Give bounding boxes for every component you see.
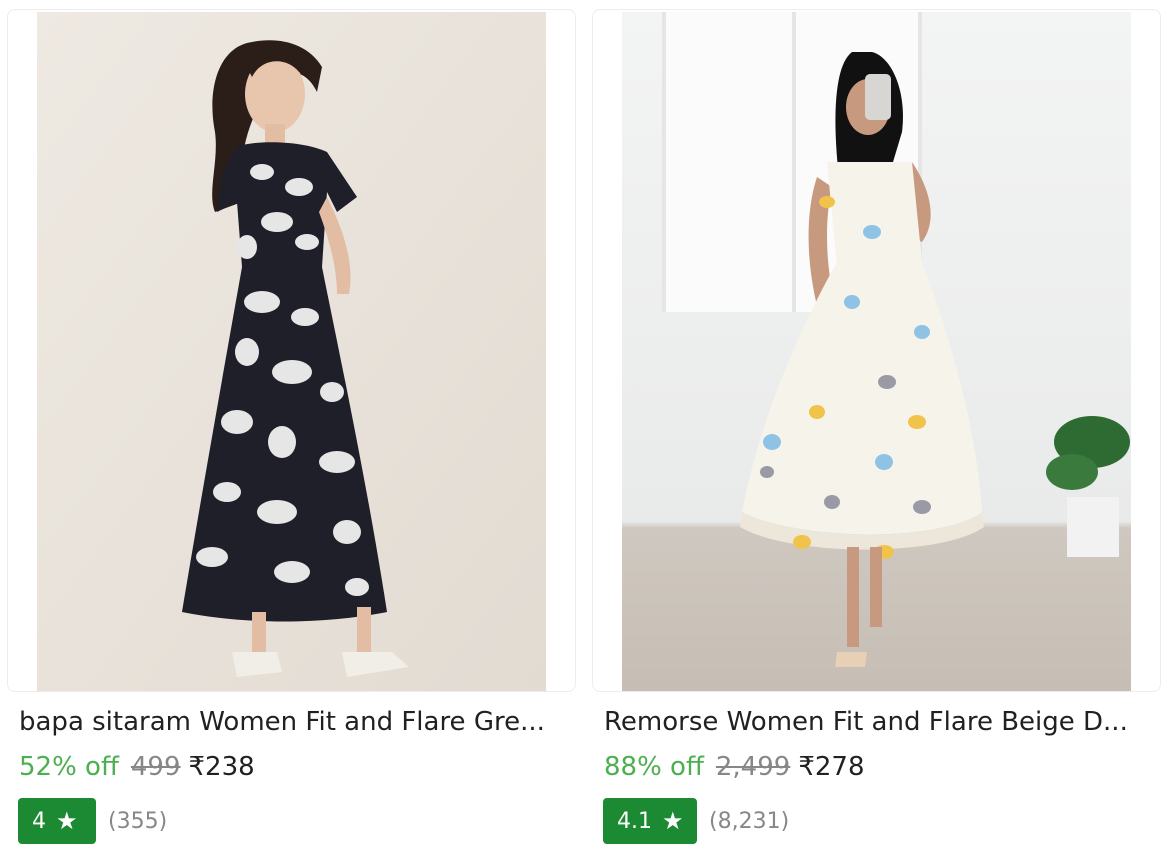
rating-badge: 4.1 ★	[603, 798, 697, 844]
original-price: 499	[130, 752, 181, 782]
original-price: 2,499	[715, 752, 791, 782]
dress-photo-icon	[37, 12, 546, 691]
product-title[interactable]: bapa sitaram Women Fit and Flare Gre...	[19, 702, 567, 742]
product-card[interactable]: Remorse Women Fit and Flare Beige D... 8…	[592, 0, 1161, 859]
product-image-frame[interactable]	[7, 9, 576, 692]
review-count: (8,231)	[709, 808, 790, 834]
product-image-frame[interactable]	[592, 9, 1161, 692]
rating-badge: 4 ★	[18, 798, 96, 844]
price-row: 88% off 2,499 ₹278	[604, 747, 864, 787]
star-icon: ★	[662, 807, 684, 835]
review-count: (355)	[108, 808, 168, 834]
rating-value: 4	[32, 808, 46, 834]
product-image[interactable]	[622, 12, 1131, 691]
rating-value: 4.1	[617, 808, 652, 834]
discount-label: 88% off	[604, 752, 704, 782]
product-title[interactable]: Remorse Women Fit and Flare Beige D...	[604, 702, 1152, 742]
dress-photo-icon	[622, 12, 1131, 691]
discount-label: 52% off	[19, 752, 119, 782]
product-card[interactable]: bapa sitaram Women Fit and Flare Gre... …	[7, 0, 576, 859]
product-grid: bapa sitaram Women Fit and Flare Gre... …	[0, 0, 1167, 859]
star-icon: ★	[56, 807, 78, 835]
product-image[interactable]	[37, 12, 546, 691]
price-row: 52% off 499 ₹238	[19, 747, 255, 787]
rating-row: 4.1 ★ (8,231)	[603, 798, 789, 844]
selling-price: ₹278	[798, 752, 865, 782]
rating-row: 4 ★ (355)	[18, 798, 167, 844]
selling-price: ₹238	[188, 752, 255, 782]
